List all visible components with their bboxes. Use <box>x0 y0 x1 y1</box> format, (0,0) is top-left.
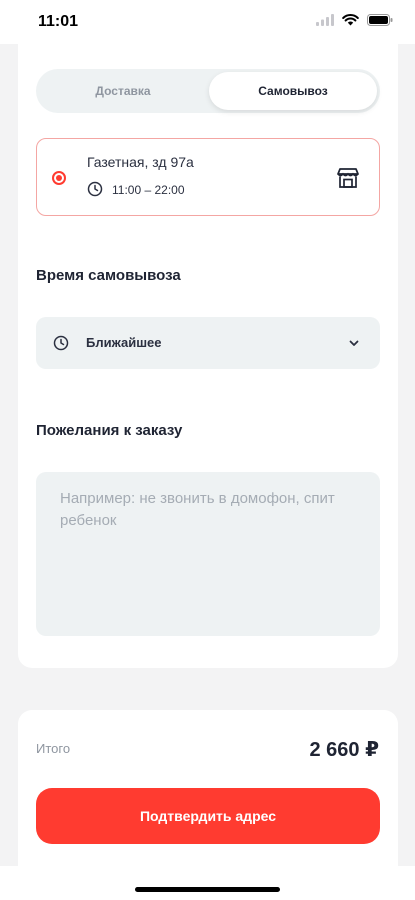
pickup-hours: 11:00 – 22:00 <box>112 183 185 197</box>
clock-icon <box>53 335 69 351</box>
delivery-mode-toggle: Доставка Самовывоз <box>36 69 380 113</box>
status-time: 11:01 <box>38 13 79 30</box>
pickup-address: Газетная, зд 97а <box>87 154 194 170</box>
order-notes-title: Пожелания к заказу <box>36 422 183 439</box>
confirm-address-button[interactable]: Подтвердить адрес <box>36 788 380 844</box>
pickup-time-value: Ближайшее <box>86 335 162 350</box>
clock-icon <box>87 181 103 197</box>
radio-selected-icon[interactable] <box>52 171 66 185</box>
wifi-icon <box>342 14 359 26</box>
order-notes-input[interactable] <box>36 472 380 636</box>
total-value: 2 660 ₽ <box>309 739 379 761</box>
store-icon <box>337 168 359 188</box>
bottom-safe-area <box>0 866 415 900</box>
status-icons <box>316 14 393 26</box>
pickup-time-title: Время самовывоза <box>36 267 181 284</box>
tab-delivery[interactable]: Доставка <box>39 72 207 110</box>
pickup-time-select[interactable]: Ближайшее <box>36 317 380 369</box>
battery-icon <box>367 14 393 26</box>
total-label: Итого <box>36 741 71 756</box>
status-bar: 11:01 <box>0 0 415 44</box>
signal-icon <box>316 14 334 26</box>
pickup-point-card[interactable]: Газетная, зд 97а 11:00 – 22:00 <box>36 138 380 216</box>
chevron-down-icon <box>349 340 359 346</box>
home-indicator <box>135 887 280 892</box>
tab-pickup[interactable]: Самовывоз <box>209 72 377 110</box>
